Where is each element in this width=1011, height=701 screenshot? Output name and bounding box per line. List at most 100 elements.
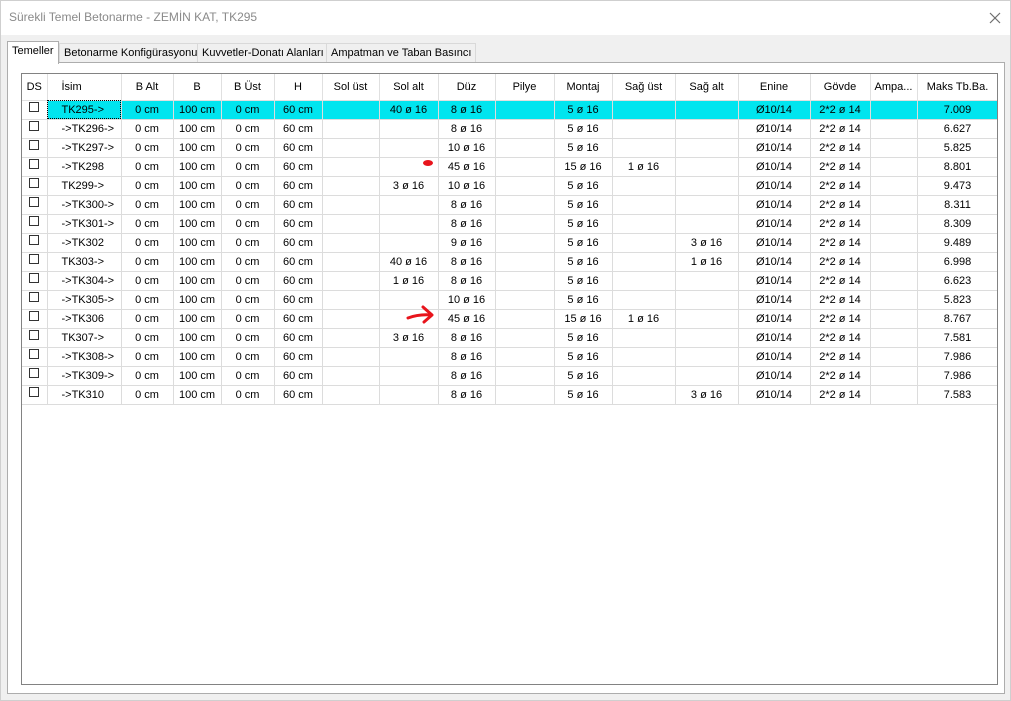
- table-cell[interactable]: 0 cm: [121, 385, 174, 405]
- column-header[interactable]: Düz: [438, 74, 496, 101]
- table-cell[interactable]: [612, 233, 676, 253]
- table-cell[interactable]: [322, 233, 380, 253]
- table-cell[interactable]: 40 ø 16: [379, 100, 439, 120]
- table-cell[interactable]: [675, 366, 739, 386]
- table-cell[interactable]: [495, 195, 555, 215]
- table-cell[interactable]: 8.767: [917, 309, 997, 329]
- table-cell[interactable]: [870, 309, 918, 329]
- table-cell[interactable]: 5 ø 16: [554, 328, 613, 348]
- table-cell[interactable]: 100 cm: [173, 138, 222, 158]
- name-cell[interactable]: ->TK302: [47, 233, 122, 253]
- table-cell[interactable]: 100 cm: [173, 214, 222, 234]
- table-cell[interactable]: Ø10/14: [738, 100, 811, 120]
- table-cell[interactable]: [612, 100, 676, 120]
- table-cell[interactable]: [322, 157, 380, 177]
- table-cell[interactable]: Ø10/14: [738, 252, 811, 272]
- column-header[interactable]: Montaj: [554, 74, 613, 101]
- table-cell[interactable]: 100 cm: [173, 157, 222, 177]
- table-cell[interactable]: 8 ø 16: [438, 271, 496, 291]
- checkbox-icon[interactable]: [29, 234, 40, 245]
- table-cell[interactable]: 5 ø 16: [554, 366, 613, 386]
- table-cell[interactable]: 9 ø 16: [438, 233, 496, 253]
- table-cell[interactable]: 0 cm: [221, 214, 275, 234]
- table-cell[interactable]: 15 ø 16: [554, 309, 613, 329]
- table-cell[interactable]: 100 cm: [173, 328, 222, 348]
- table-cell[interactable]: 0 cm: [221, 176, 275, 196]
- table-row[interactable]: ->TK301-> 0 cm 100 cm 0 cm 60 cm 8 ø 16 5 ø 16…: [22, 214, 997, 234]
- table-cell[interactable]: 100 cm: [173, 366, 222, 386]
- ds-cell[interactable]: [22, 366, 48, 386]
- table-cell[interactable]: 0 cm: [121, 290, 174, 310]
- table-row[interactable]: TK295-> 0 cm 100 cm 0 cm 60 cm 40 ø 16 8 ø 16 5…: [22, 100, 997, 120]
- table-cell[interactable]: [379, 233, 439, 253]
- table-cell[interactable]: 0 cm: [221, 328, 275, 348]
- column-header[interactable]: H: [274, 74, 323, 101]
- table-cell[interactable]: [612, 290, 676, 310]
- table-cell[interactable]: 5 ø 16: [554, 100, 613, 120]
- table-cell[interactable]: [495, 328, 555, 348]
- table-cell[interactable]: 5 ø 16: [554, 252, 613, 272]
- table-cell[interactable]: 10 ø 16: [438, 138, 496, 158]
- table-cell[interactable]: 0 cm: [121, 252, 174, 272]
- ds-cell[interactable]: [22, 290, 48, 310]
- table-cell[interactable]: 8 ø 16: [438, 119, 496, 139]
- name-cell[interactable]: TK303->: [47, 252, 122, 272]
- table-cell[interactable]: 100 cm: [173, 252, 222, 272]
- table-cell[interactable]: 100 cm: [173, 195, 222, 215]
- table-cell[interactable]: [495, 119, 555, 139]
- table-row[interactable]: ->TK304-> 0 cm 100 cm 0 cm 60 cm 1 ø 16 8 ø 16…: [22, 271, 997, 291]
- ds-cell[interactable]: [22, 271, 48, 291]
- column-header[interactable]: DS: [22, 74, 48, 101]
- table-cell[interactable]: 8 ø 16: [438, 252, 496, 272]
- table-cell[interactable]: 3 ø 16: [675, 385, 739, 405]
- table-cell[interactable]: [495, 271, 555, 291]
- tab-kuvvetler-donati-alanlari[interactable]: Kuvvetler-Donatı Alanları: [197, 43, 329, 63]
- table-cell[interactable]: 0 cm: [121, 214, 174, 234]
- table-cell[interactable]: Ø10/14: [738, 309, 811, 329]
- column-header[interactable]: Ampa...: [870, 74, 918, 101]
- table-cell[interactable]: Ø10/14: [738, 214, 811, 234]
- table-cell[interactable]: 2*2 ø 14: [810, 157, 871, 177]
- table-cell[interactable]: 9.473: [917, 176, 997, 196]
- table-cell[interactable]: 8.801: [917, 157, 997, 177]
- table-cell[interactable]: 2*2 ø 14: [810, 309, 871, 329]
- table-cell[interactable]: 8 ø 16: [438, 195, 496, 215]
- table-cell[interactable]: 60 cm: [274, 157, 323, 177]
- name-cell[interactable]: ->TK304->: [47, 271, 122, 291]
- table-cell[interactable]: 60 cm: [274, 138, 323, 158]
- table-cell[interactable]: 5 ø 16: [554, 233, 613, 253]
- table-cell[interactable]: 5 ø 16: [554, 214, 613, 234]
- table-cell[interactable]: 2*2 ø 14: [810, 119, 871, 139]
- table-cell[interactable]: 7.009: [917, 100, 997, 120]
- table-cell[interactable]: [322, 347, 380, 367]
- ds-cell[interactable]: [22, 233, 48, 253]
- table-cell[interactable]: [675, 290, 739, 310]
- table-cell[interactable]: 0 cm: [221, 347, 275, 367]
- table-cell[interactable]: 60 cm: [274, 100, 323, 120]
- table-cell[interactable]: Ø10/14: [738, 290, 811, 310]
- table-cell[interactable]: 40 ø 16: [379, 252, 439, 272]
- table-cell[interactable]: 6.623: [917, 271, 997, 291]
- table-cell[interactable]: [870, 347, 918, 367]
- table-cell[interactable]: [870, 233, 918, 253]
- table-cell[interactable]: 60 cm: [274, 252, 323, 272]
- table-cell[interactable]: 0 cm: [221, 195, 275, 215]
- table-cell[interactable]: 2*2 ø 14: [810, 328, 871, 348]
- name-cell[interactable]: ->TK297->: [47, 138, 122, 158]
- column-header[interactable]: Sol alt: [379, 74, 439, 101]
- column-header[interactable]: Gövde: [810, 74, 871, 101]
- table-cell[interactable]: 8 ø 16: [438, 385, 496, 405]
- name-cell[interactable]: ->TK305->: [47, 290, 122, 310]
- table-cell[interactable]: [675, 100, 739, 120]
- ds-cell[interactable]: [22, 214, 48, 234]
- table-cell[interactable]: 60 cm: [274, 328, 323, 348]
- checkbox-icon[interactable]: [29, 367, 40, 378]
- table-cell[interactable]: 100 cm: [173, 100, 222, 120]
- table-cell[interactable]: 0 cm: [121, 176, 174, 196]
- column-header[interactable]: Sağ üst: [612, 74, 676, 101]
- table-cell[interactable]: [870, 328, 918, 348]
- table-cell[interactable]: [675, 119, 739, 139]
- table-cell[interactable]: [495, 366, 555, 386]
- table-cell[interactable]: 5 ø 16: [554, 176, 613, 196]
- name-cell[interactable]: TK295->: [47, 100, 122, 120]
